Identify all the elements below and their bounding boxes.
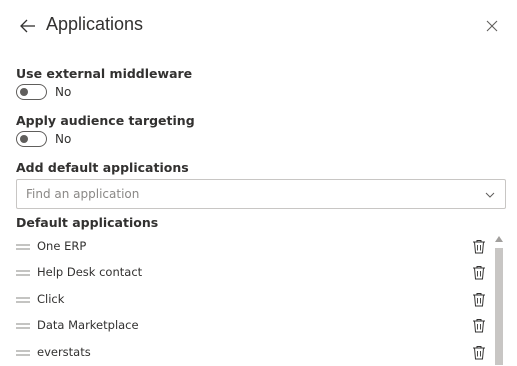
- list-item: everstats: [0, 340, 492, 366]
- middleware-toggle[interactable]: [16, 84, 47, 100]
- list-item: Click: [0, 287, 492, 313]
- back-button[interactable]: [18, 16, 38, 36]
- toggle-knob: [20, 88, 28, 96]
- audience-toggle[interactable]: [16, 131, 47, 147]
- close-button[interactable]: [484, 18, 500, 34]
- trash-icon[interactable]: [472, 239, 486, 254]
- drag-handle-icon[interactable]: [16, 296, 30, 304]
- scroll-thumb[interactable]: [495, 248, 503, 365]
- dropdown-placeholder: Find an application: [26, 187, 140, 201]
- scroll-up-icon[interactable]: [495, 236, 503, 242]
- audience-toggle-row: No: [16, 130, 71, 148]
- default-apps-label: Default applications: [16, 215, 159, 230]
- drag-handle-icon[interactable]: [16, 322, 30, 330]
- close-icon: [486, 20, 498, 32]
- audience-label: Apply audience targeting: [16, 113, 195, 128]
- list-item: One ERP: [0, 234, 492, 260]
- list-scrollbar[interactable]: [494, 234, 504, 365]
- trash-icon[interactable]: [472, 265, 486, 280]
- app-name: Data Marketplace: [37, 318, 139, 332]
- list-item: Data Marketplace: [0, 313, 492, 339]
- app-name: Help Desk contact: [37, 265, 143, 279]
- arrow-left-icon: [20, 19, 35, 33]
- panel-title: Applications: [46, 14, 144, 34]
- middleware-state-text: No: [55, 85, 72, 99]
- app-name: Click: [37, 292, 65, 306]
- toggle-knob: [20, 135, 28, 143]
- trash-icon[interactable]: [472, 292, 486, 307]
- add-apps-label: Add default applications: [16, 160, 189, 175]
- chevron-down-icon: [485, 192, 495, 198]
- list-item: Help Desk contact: [0, 260, 492, 286]
- drag-handle-icon[interactable]: [16, 243, 30, 251]
- find-application-dropdown[interactable]: Find an application: [16, 179, 506, 209]
- trash-icon[interactable]: [472, 345, 486, 360]
- audience-state-text: No: [55, 132, 72, 146]
- app-name: One ERP: [37, 239, 87, 253]
- app-name: everstats: [37, 345, 91, 359]
- middleware-label: Use external middleware: [16, 66, 193, 81]
- trash-icon[interactable]: [472, 318, 486, 333]
- middleware-toggle-row: No: [16, 83, 71, 101]
- panel-header: Applications: [0, 0, 517, 52]
- drag-handle-icon[interactable]: [16, 269, 30, 277]
- drag-handle-icon[interactable]: [16, 349, 30, 357]
